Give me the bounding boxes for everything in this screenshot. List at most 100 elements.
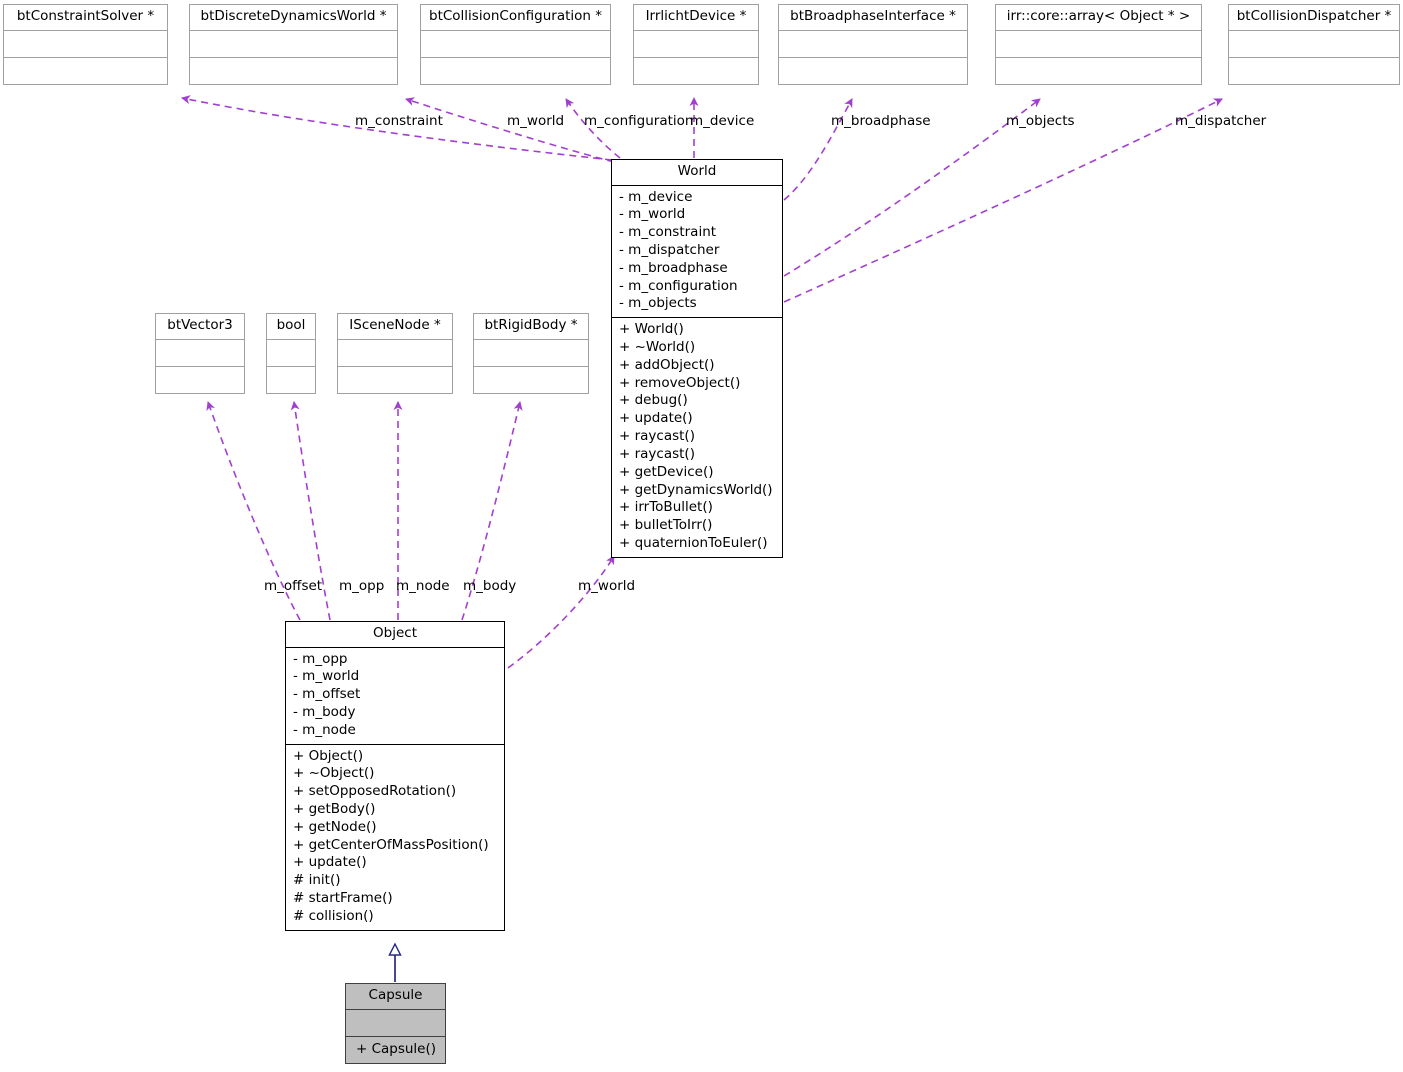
class-attributes — [1229, 31, 1399, 58]
class-box-capsule[interactable]: Capsule + Capsule() — [345, 983, 446, 1065]
attribute: - m_configuration — [619, 277, 738, 294]
class-attributes — [267, 340, 315, 367]
class-methods — [779, 58, 967, 84]
class-methods — [1229, 58, 1399, 84]
class-box-btbroadphaseinterface[interactable]: btBroadphaseInterface * — [778, 4, 968, 85]
method: + update() — [619, 410, 693, 427]
class-attributes: - m_device - m_world - m_constraint - m_… — [612, 186, 782, 319]
edge-label-m-device: m_device — [690, 113, 755, 129]
edge-label-m-configuration: m_configuration — [584, 113, 694, 129]
edge-label-m-body: m_body — [463, 578, 517, 594]
edge-label-m-offset: m_offset — [264, 578, 323, 594]
method: + getBody() — [293, 801, 376, 818]
method: + Object() — [293, 747, 364, 764]
edge-m-world-top — [405, 97, 615, 163]
method: + getDevice() — [619, 463, 714, 480]
class-methods — [421, 58, 610, 84]
attribute: - m_opp — [293, 650, 348, 667]
edge-m-world-mid — [507, 555, 615, 669]
class-title: bool — [267, 314, 315, 340]
method: + addObject() — [619, 356, 715, 373]
edge-m-constraint — [181, 95, 613, 161]
class-box-btvector3[interactable]: btVector3 — [155, 313, 245, 394]
class-box-btdiscretedynamicsworld[interactable]: btDiscreteDynamicsWorld * — [189, 4, 398, 85]
class-title: btBroadphaseInterface * — [779, 5, 967, 31]
class-attributes — [996, 31, 1201, 58]
class-attributes — [779, 31, 967, 58]
class-title: btRigidBody * — [474, 314, 588, 340]
class-title: World — [612, 160, 782, 186]
method: + bulletToIrr() — [619, 517, 713, 534]
method: + ~World() — [619, 339, 696, 356]
edge-label-m-node: m_node — [396, 578, 450, 594]
edge-label-m-broadphase: m_broadphase — [831, 113, 931, 129]
method: + raycast() — [619, 445, 695, 462]
class-title: IrrlichtDevice * — [634, 5, 758, 31]
class-methods — [996, 58, 1201, 84]
class-box-irrlichtdevice[interactable]: IrrlichtDevice * — [633, 4, 759, 85]
class-title: btCollisionDispatcher * — [1229, 5, 1399, 31]
method: + getDynamicsWorld() — [619, 481, 773, 498]
attribute: - m_offset — [293, 686, 361, 703]
class-methods: + World() + ~World() + addObject() + rem… — [612, 318, 782, 557]
class-title: btVector3 — [156, 314, 244, 340]
class-attributes — [4, 31, 167, 58]
class-title: Object — [286, 622, 504, 648]
method: + getNode() — [293, 818, 377, 835]
method: + update() — [293, 854, 367, 871]
class-methods — [474, 367, 588, 393]
method: + ~Object() — [293, 765, 375, 782]
method: + raycast() — [619, 428, 695, 445]
class-methods: + Object() + ~Object() + setOpposedRotat… — [286, 745, 504, 930]
class-box-btrigidbody[interactable]: btRigidBody * — [473, 313, 589, 394]
class-attributes — [346, 1010, 445, 1037]
method: + setOpposedRotation() — [293, 783, 457, 800]
class-title: irr::core::array< Object * > — [996, 5, 1201, 31]
method: + debug() — [619, 392, 688, 409]
class-methods — [190, 58, 397, 84]
class-box-btconstraintsolver[interactable]: btConstraintSolver * — [3, 4, 168, 85]
class-attributes — [634, 31, 758, 58]
edge-label-m-opp: m_opp — [339, 578, 385, 594]
class-box-iscenenode[interactable]: ISceneNode * — [337, 313, 453, 394]
class-methods — [267, 367, 315, 393]
uml-class-diagram: btConstraintSolver * btDiscreteDynamicsW… — [0, 0, 1403, 1072]
class-box-bool[interactable]: bool — [266, 313, 316, 394]
class-box-world[interactable]: World - m_device - m_world - m_constrain… — [611, 159, 783, 558]
class-methods — [338, 367, 452, 393]
method: + World() — [619, 321, 684, 338]
class-attributes — [190, 31, 397, 58]
edge-m-dispatcher — [783, 98, 1223, 303]
method: + Capsule() — [355, 1040, 437, 1057]
class-title: btDiscreteDynamicsWorld * — [190, 5, 397, 31]
attribute: - m_dispatcher — [619, 241, 720, 258]
class-box-object[interactable]: Object - m_opp - m_world - m_offset - m_… — [285, 621, 505, 931]
attribute: - m_world — [293, 668, 360, 685]
class-attributes — [421, 31, 610, 58]
method: + quaternionToEuler() — [619, 534, 768, 551]
attribute: - m_objects — [619, 295, 697, 312]
class-box-btcollisiondispatcher[interactable]: btCollisionDispatcher * — [1228, 4, 1400, 85]
class-methods — [4, 58, 167, 84]
class-title: Capsule — [346, 984, 445, 1010]
method: # init() — [293, 872, 341, 889]
method: + getCenterOfMassPosition() — [293, 836, 489, 853]
class-attributes — [156, 340, 244, 367]
edge-label-m-objects: m_objects — [1006, 113, 1075, 129]
attribute: - m_world — [619, 206, 686, 223]
edge-label-m-dispatcher: m_dispatcher — [1175, 113, 1267, 129]
edge-label-m-world-mid: m_world — [578, 578, 636, 594]
attribute: - m_broadphase — [619, 259, 728, 276]
method: + irrToBullet() — [619, 499, 713, 516]
attribute: - m_node — [293, 721, 356, 738]
class-methods — [156, 367, 244, 393]
class-box-btcollisionconfiguration[interactable]: btCollisionConfiguration * — [420, 4, 611, 85]
class-methods — [634, 58, 758, 84]
class-box-irr-core-array[interactable]: irr::core::array< Object * > — [995, 4, 1202, 85]
attribute: - m_constraint — [619, 224, 717, 241]
class-title: btConstraintSolver * — [4, 5, 167, 31]
method: + removeObject() — [619, 374, 741, 391]
class-attributes — [474, 340, 588, 367]
class-attributes — [338, 340, 452, 367]
attribute: - m_body — [293, 703, 356, 720]
